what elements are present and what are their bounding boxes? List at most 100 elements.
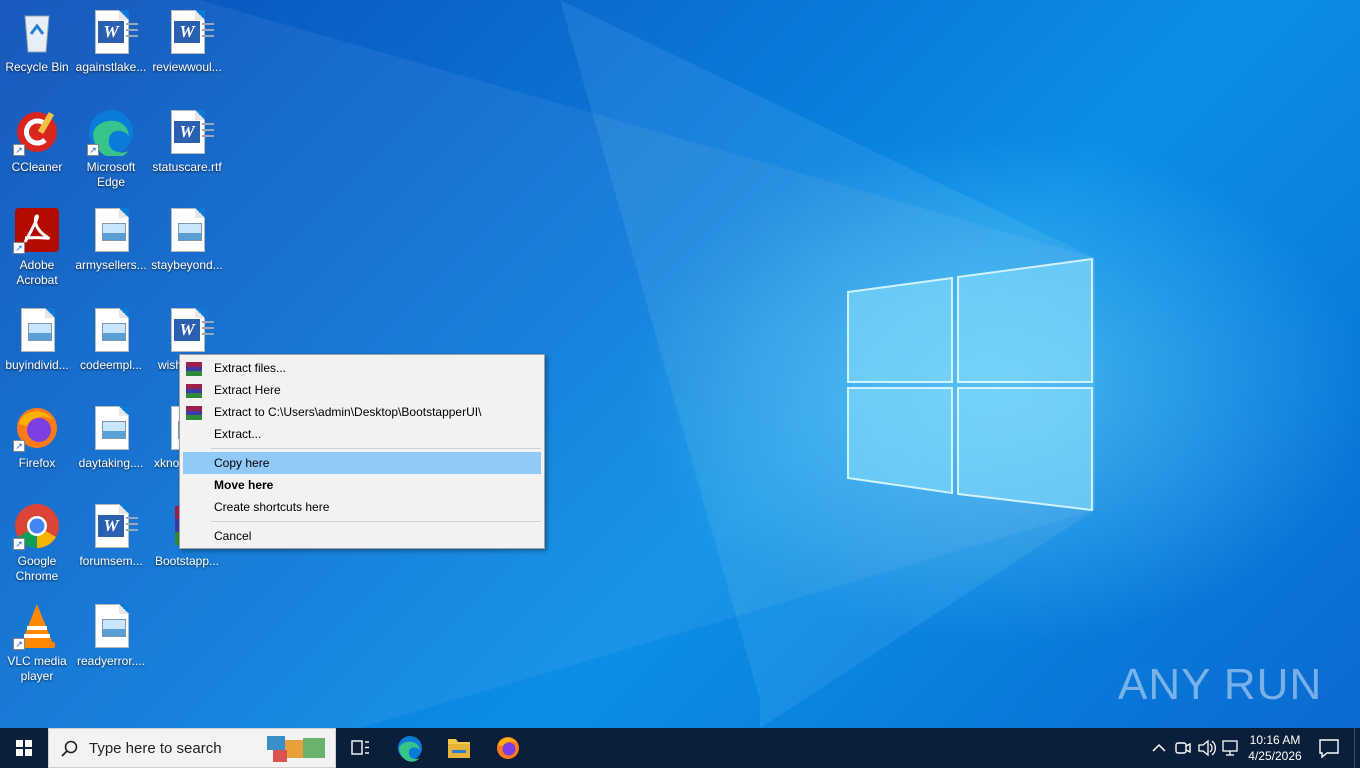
desktop-icon-daytaking[interactable]: daytaking....: [74, 396, 148, 471]
icon-label: armysellers...: [75, 258, 147, 272]
word-document-icon: W: [163, 8, 214, 56]
menu-item-extract-files[interactable]: Extract files...: [183, 357, 541, 379]
tray-volume-button[interactable]: [1196, 728, 1218, 768]
tray-network-button[interactable]: [1220, 728, 1242, 768]
icon-label: statuscare.rtf: [152, 160, 222, 174]
desktop-icon-armysellers[interactable]: armysellers...: [74, 198, 148, 273]
shortcut-arrow-icon: ↗: [87, 144, 99, 156]
image-file-icon: [13, 306, 61, 354]
camera-icon: [1175, 742, 1191, 754]
show-hidden-icons-button[interactable]: [1146, 728, 1172, 768]
icon-label: staybeyond...: [151, 258, 223, 272]
desktop[interactable]: Recycle Bin ↗ CCleaner ↗ Adobe Acrobat b…: [0, 0, 1360, 728]
word-document-icon: W: [163, 108, 214, 156]
menu-item-cancel[interactable]: Cancel: [183, 525, 541, 547]
vlc-icon: ↗: [13, 602, 61, 650]
icon-label: readyerror....: [76, 654, 146, 668]
image-file-icon: [87, 306, 135, 354]
action-center-button[interactable]: [1310, 728, 1348, 768]
menu-item-label: Extract to C:\Users\admin\Desktop\Bootst…: [214, 405, 482, 419]
shortcut-arrow-icon: ↗: [13, 144, 25, 156]
show-desktop-button[interactable]: [1354, 728, 1360, 768]
start-button[interactable]: [0, 728, 48, 768]
taskbar-file-explorer-button[interactable]: [435, 728, 483, 768]
desktop-icon-readyerror[interactable]: readyerror....: [74, 594, 148, 669]
desktop-icon-buyindivid[interactable]: buyindivid...: [0, 298, 74, 373]
menu-item-extract-here[interactable]: Extract Here: [183, 379, 541, 401]
shortcut-arrow-icon: ↗: [13, 242, 25, 254]
menu-item-extract[interactable]: Extract...: [183, 423, 541, 445]
icon-label: codeempl...: [79, 358, 143, 372]
shortcut-arrow-icon: ↗: [13, 638, 25, 650]
desktop-icon-adobe-acrobat[interactable]: ↗ Adobe Acrobat: [0, 198, 74, 288]
menu-item-label: Cancel: [214, 529, 252, 543]
menu-separator: [211, 448, 541, 449]
desktop-icon-staybeyond[interactable]: staybeyond...: [150, 198, 224, 273]
desktop-icon-microsoft-edge[interactable]: ↗ Microsoft Edge: [74, 100, 148, 190]
edge-icon: [398, 736, 422, 762]
desktop-icon-againstlake[interactable]: W againstlake...: [74, 0, 148, 75]
image-file-icon: [87, 404, 135, 452]
menu-item-label: Extract Here: [214, 383, 281, 397]
tray-meet-now-button[interactable]: [1172, 728, 1194, 768]
winrar-icon: [186, 383, 202, 398]
desktop-icon-codeempl[interactable]: codeempl...: [74, 298, 148, 373]
desktop-icon-ccleaner[interactable]: ↗ CCleaner: [0, 100, 74, 175]
taskbar-firefox-button[interactable]: [484, 728, 532, 768]
winrar-icon: [186, 361, 202, 376]
recycle-bin-icon: [13, 8, 61, 56]
word-document-icon: W: [163, 306, 214, 354]
desktop-icon-google-chrome[interactable]: ↗ Google Chrome: [0, 494, 74, 584]
notification-icon: [1319, 739, 1339, 759]
icon-label: againstlake...: [75, 60, 147, 74]
task-view-button[interactable]: [336, 728, 384, 768]
taskbar-edge-button[interactable]: [386, 728, 434, 768]
desktop-icon-firefox[interactable]: ↗ Firefox: [0, 396, 74, 471]
clock-date: 4/25/2026: [1248, 749, 1302, 763]
icon-label: Recycle Bin: [5, 60, 69, 74]
menu-item-copy-here[interactable]: Copy here: [183, 452, 541, 474]
icon-label: forumsem...: [79, 554, 143, 568]
shortcut-arrow-icon: ↗: [13, 538, 25, 550]
adobe-acrobat-icon: ↗: [13, 206, 61, 254]
firefox-icon: ↗: [13, 404, 61, 452]
anyrun-watermark: ANY RUN: [1118, 660, 1323, 709]
windows-start-icon: [16, 740, 32, 756]
chevron-up-icon: [1152, 743, 1166, 752]
menu-item-label: Move here: [214, 478, 274, 492]
icon-label: Adobe Acrobat: [16, 258, 58, 287]
taskbar: Type here to search 10:16 AM 4/25/2026: [0, 728, 1360, 768]
edge-icon: ↗: [87, 108, 135, 158]
menu-item-label: Create shortcuts here: [214, 500, 330, 514]
icon-label: Google Chrome: [15, 554, 59, 583]
icon-label: VLC media player: [7, 654, 67, 683]
menu-item-label: Extract...: [214, 427, 262, 441]
search-highlight-puzzle-icon: [267, 736, 325, 762]
desktop-icon-vlc[interactable]: ↗ VLC media player: [0, 594, 74, 684]
menu-item-create-shortcuts-here[interactable]: Create shortcuts here: [183, 496, 541, 518]
desktop-icon-reviewwoul[interactable]: W reviewwoul...: [150, 0, 224, 75]
menu-item-extract-to-folder[interactable]: Extract to C:\Users\admin\Desktop\Bootst…: [183, 401, 541, 423]
taskbar-search-box[interactable]: Type here to search: [48, 728, 336, 768]
word-document-icon: W: [87, 502, 138, 550]
desktop-icon-recycle-bin[interactable]: Recycle Bin: [0, 0, 74, 75]
desktop-icon-statuscare[interactable]: W statuscare.rtf: [150, 100, 224, 175]
taskbar-clock[interactable]: 10:16 AM 4/25/2026: [1240, 732, 1310, 764]
folder-icon: [448, 739, 470, 758]
icon-label: Firefox: [18, 456, 56, 470]
menu-item-label: Extract files...: [214, 361, 287, 375]
task-view-icon: [351, 740, 369, 755]
image-file-icon: [163, 206, 211, 254]
clock-time: 10:16 AM: [1249, 733, 1301, 747]
icon-label: daytaking....: [78, 456, 144, 470]
menu-item-label: Copy here: [214, 456, 270, 470]
firefox-icon: [497, 737, 519, 759]
search-placeholder: Type here to search: [89, 740, 222, 757]
network-icon: [1222, 740, 1238, 756]
shortcut-arrow-icon: ↗: [13, 440, 25, 452]
icon-label: CCleaner: [11, 160, 63, 174]
desktop-icon-forumsem[interactable]: W forumsem...: [74, 494, 148, 569]
winrar-icon: [186, 405, 202, 420]
menu-item-move-here[interactable]: Move here: [183, 474, 541, 496]
ccleaner-icon: ↗: [13, 108, 61, 156]
